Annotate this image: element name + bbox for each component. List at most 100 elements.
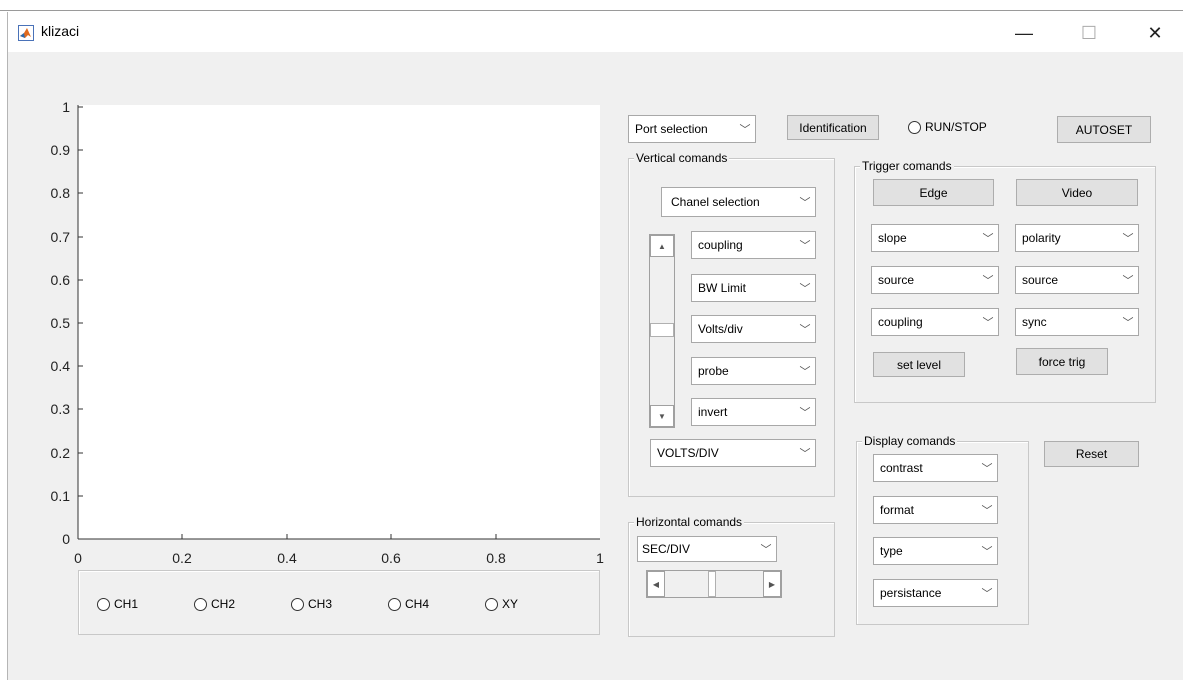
- y-tick-label: 0.5: [50, 315, 70, 331]
- edge-button[interactable]: Edge: [873, 179, 994, 206]
- dropdown-value: Chanel selection: [671, 195, 760, 209]
- radio-circle[interactable]: [194, 597, 207, 611]
- invert-dropdown[interactable]: invert ﹀: [691, 398, 816, 426]
- radio-ch1[interactable]: CH1: [97, 597, 138, 611]
- chevron-down-icon: ﹀: [981, 588, 993, 600]
- volts-div-dropdown[interactable]: Volts/div ﹀: [691, 315, 816, 343]
- minimize-button[interactable]: —: [1001, 19, 1047, 47]
- slope-dropdown[interactable]: slope ﹀: [871, 224, 999, 252]
- coupling-dropdown[interactable]: coupling ﹀: [691, 231, 816, 259]
- dropdown-value: source: [1022, 273, 1059, 287]
- persistance-dropdown[interactable]: persistance ﹀: [873, 579, 998, 607]
- x-tick-label: 1: [596, 550, 604, 566]
- bw-limit-dropdown[interactable]: BW Limit ﹀: [691, 274, 816, 302]
- scroll-left-icon[interactable]: ◀: [647, 571, 665, 597]
- dropdown-value: coupling: [878, 315, 923, 329]
- dropdown-value: contrast: [880, 461, 923, 475]
- y-tick-label: 0.7: [50, 229, 70, 245]
- video-button[interactable]: Video: [1016, 179, 1138, 206]
- radio-circle[interactable]: [908, 120, 921, 134]
- source-dropdown-left[interactable]: source ﹀: [871, 266, 999, 294]
- dropdown-value: coupling: [698, 238, 743, 252]
- identification-button[interactable]: Identification: [787, 115, 879, 140]
- x-tick-label: 0.2: [172, 550, 192, 566]
- radio-circle[interactable]: [291, 597, 304, 611]
- scroll-down-icon[interactable]: ▼: [650, 405, 674, 427]
- format-dropdown[interactable]: format ﹀: [873, 496, 998, 524]
- radio-circle[interactable]: [97, 597, 110, 611]
- dropdown-value: type: [880, 544, 903, 558]
- chevron-down-icon: ﹀: [982, 233, 994, 245]
- chevron-down-icon: ﹀: [799, 407, 811, 419]
- radio-label: CH3: [308, 597, 333, 611]
- scroll-right-icon[interactable]: ▶: [763, 571, 781, 597]
- close-button[interactable]: ✕: [1132, 19, 1178, 47]
- y-tick-label: 0.1: [50, 488, 70, 504]
- slider-thumb[interactable]: [708, 571, 716, 597]
- radio-circle[interactable]: [485, 597, 498, 611]
- dropdown-value: polarity: [1022, 231, 1061, 245]
- horizontal-panel-title: Horizontal comands: [634, 515, 745, 529]
- y-tick-label: 1: [62, 99, 70, 115]
- type-dropdown[interactable]: type ﹀: [873, 537, 998, 565]
- dropdown-value: slope: [878, 231, 907, 245]
- y-tick-label: 0.6: [50, 272, 70, 288]
- radio-run-stop[interactable]: RUN/STOP: [908, 120, 987, 134]
- y-tick-label: 0.9: [50, 142, 70, 158]
- chevron-down-icon: ﹀: [799, 448, 811, 460]
- chevron-down-icon: ﹀: [799, 366, 811, 378]
- radio-xy[interactable]: XY: [485, 597, 518, 611]
- chevron-down-icon: ﹀: [981, 505, 993, 517]
- dropdown-value: Port selection: [635, 122, 708, 136]
- slider-thumb[interactable]: [650, 323, 674, 337]
- dropdown-value: format: [880, 503, 915, 517]
- radio-circle[interactable]: [388, 597, 401, 611]
- axes-frame: [77, 105, 600, 540]
- probe-dropdown[interactable]: probe ﹀: [691, 357, 816, 385]
- chevron-down-icon: ﹀: [799, 197, 811, 209]
- display-panel-title: Display comands: [862, 434, 958, 448]
- y-tick-label: 0.3: [50, 401, 70, 417]
- radio-label: CH1: [114, 597, 139, 611]
- dropdown-value: VOLTS/DIV: [657, 446, 719, 460]
- source-dropdown-right[interactable]: source ﹀: [1015, 266, 1139, 294]
- set-level-button[interactable]: set level: [873, 352, 965, 377]
- sync-dropdown[interactable]: sync ﹀: [1015, 308, 1139, 336]
- scroll-up-icon[interactable]: ▲: [650, 235, 674, 257]
- chevron-down-icon: ﹀: [1122, 233, 1134, 245]
- y-tick-label: 0: [62, 531, 70, 547]
- dropdown-value: SEC/DIV: [642, 542, 691, 556]
- radio-label: RUN/STOP: [925, 120, 987, 134]
- trigger-panel-title: Trigger comands: [860, 159, 954, 173]
- maximize-button[interactable]: ☐: [1066, 19, 1112, 47]
- sec-div-dropdown[interactable]: SEC/DIV ﹀: [637, 536, 777, 562]
- volts-div-upper-dropdown[interactable]: VOLTS/DIV ﹀: [650, 439, 816, 467]
- contrast-dropdown[interactable]: contrast ﹀: [873, 454, 998, 482]
- dropdown-value: persistance: [880, 586, 942, 600]
- chevron-down-icon: ﹀: [739, 124, 751, 136]
- autoset-button[interactable]: AUTOSET: [1057, 116, 1151, 143]
- radio-ch2[interactable]: CH2: [194, 597, 235, 611]
- dropdown-value: probe: [698, 364, 729, 378]
- x-tick-label: 0.6: [381, 550, 401, 566]
- dropdown-value: Volts/div: [698, 322, 743, 336]
- radio-label: CH2: [211, 597, 236, 611]
- port-selection-dropdown[interactable]: Port selection ﹀: [628, 115, 756, 143]
- chevron-down-icon: ﹀: [982, 275, 994, 287]
- chanel-selection-dropdown[interactable]: Chanel selection ﹀: [661, 187, 816, 217]
- radio-label: XY: [502, 597, 519, 611]
- reset-button[interactable]: Reset: [1044, 441, 1139, 467]
- chevron-down-icon: ﹀: [981, 546, 993, 558]
- channel-panel: [78, 570, 600, 635]
- radio-ch3[interactable]: CH3: [291, 597, 332, 611]
- dropdown-value: BW Limit: [698, 281, 746, 295]
- trigger-coupling-dropdown[interactable]: coupling ﹀: [871, 308, 999, 336]
- dropdown-value: source: [878, 273, 915, 287]
- polarity-dropdown[interactable]: polarity ﹀: [1015, 224, 1139, 252]
- chevron-down-icon: ﹀: [981, 463, 993, 475]
- chevron-down-icon: ﹀: [1122, 317, 1134, 329]
- radio-ch4[interactable]: CH4: [388, 597, 429, 611]
- dropdown-value: sync: [1022, 315, 1047, 329]
- force-trig-button[interactable]: force trig: [1016, 348, 1108, 375]
- y-tick-label: 0.2: [50, 445, 70, 461]
